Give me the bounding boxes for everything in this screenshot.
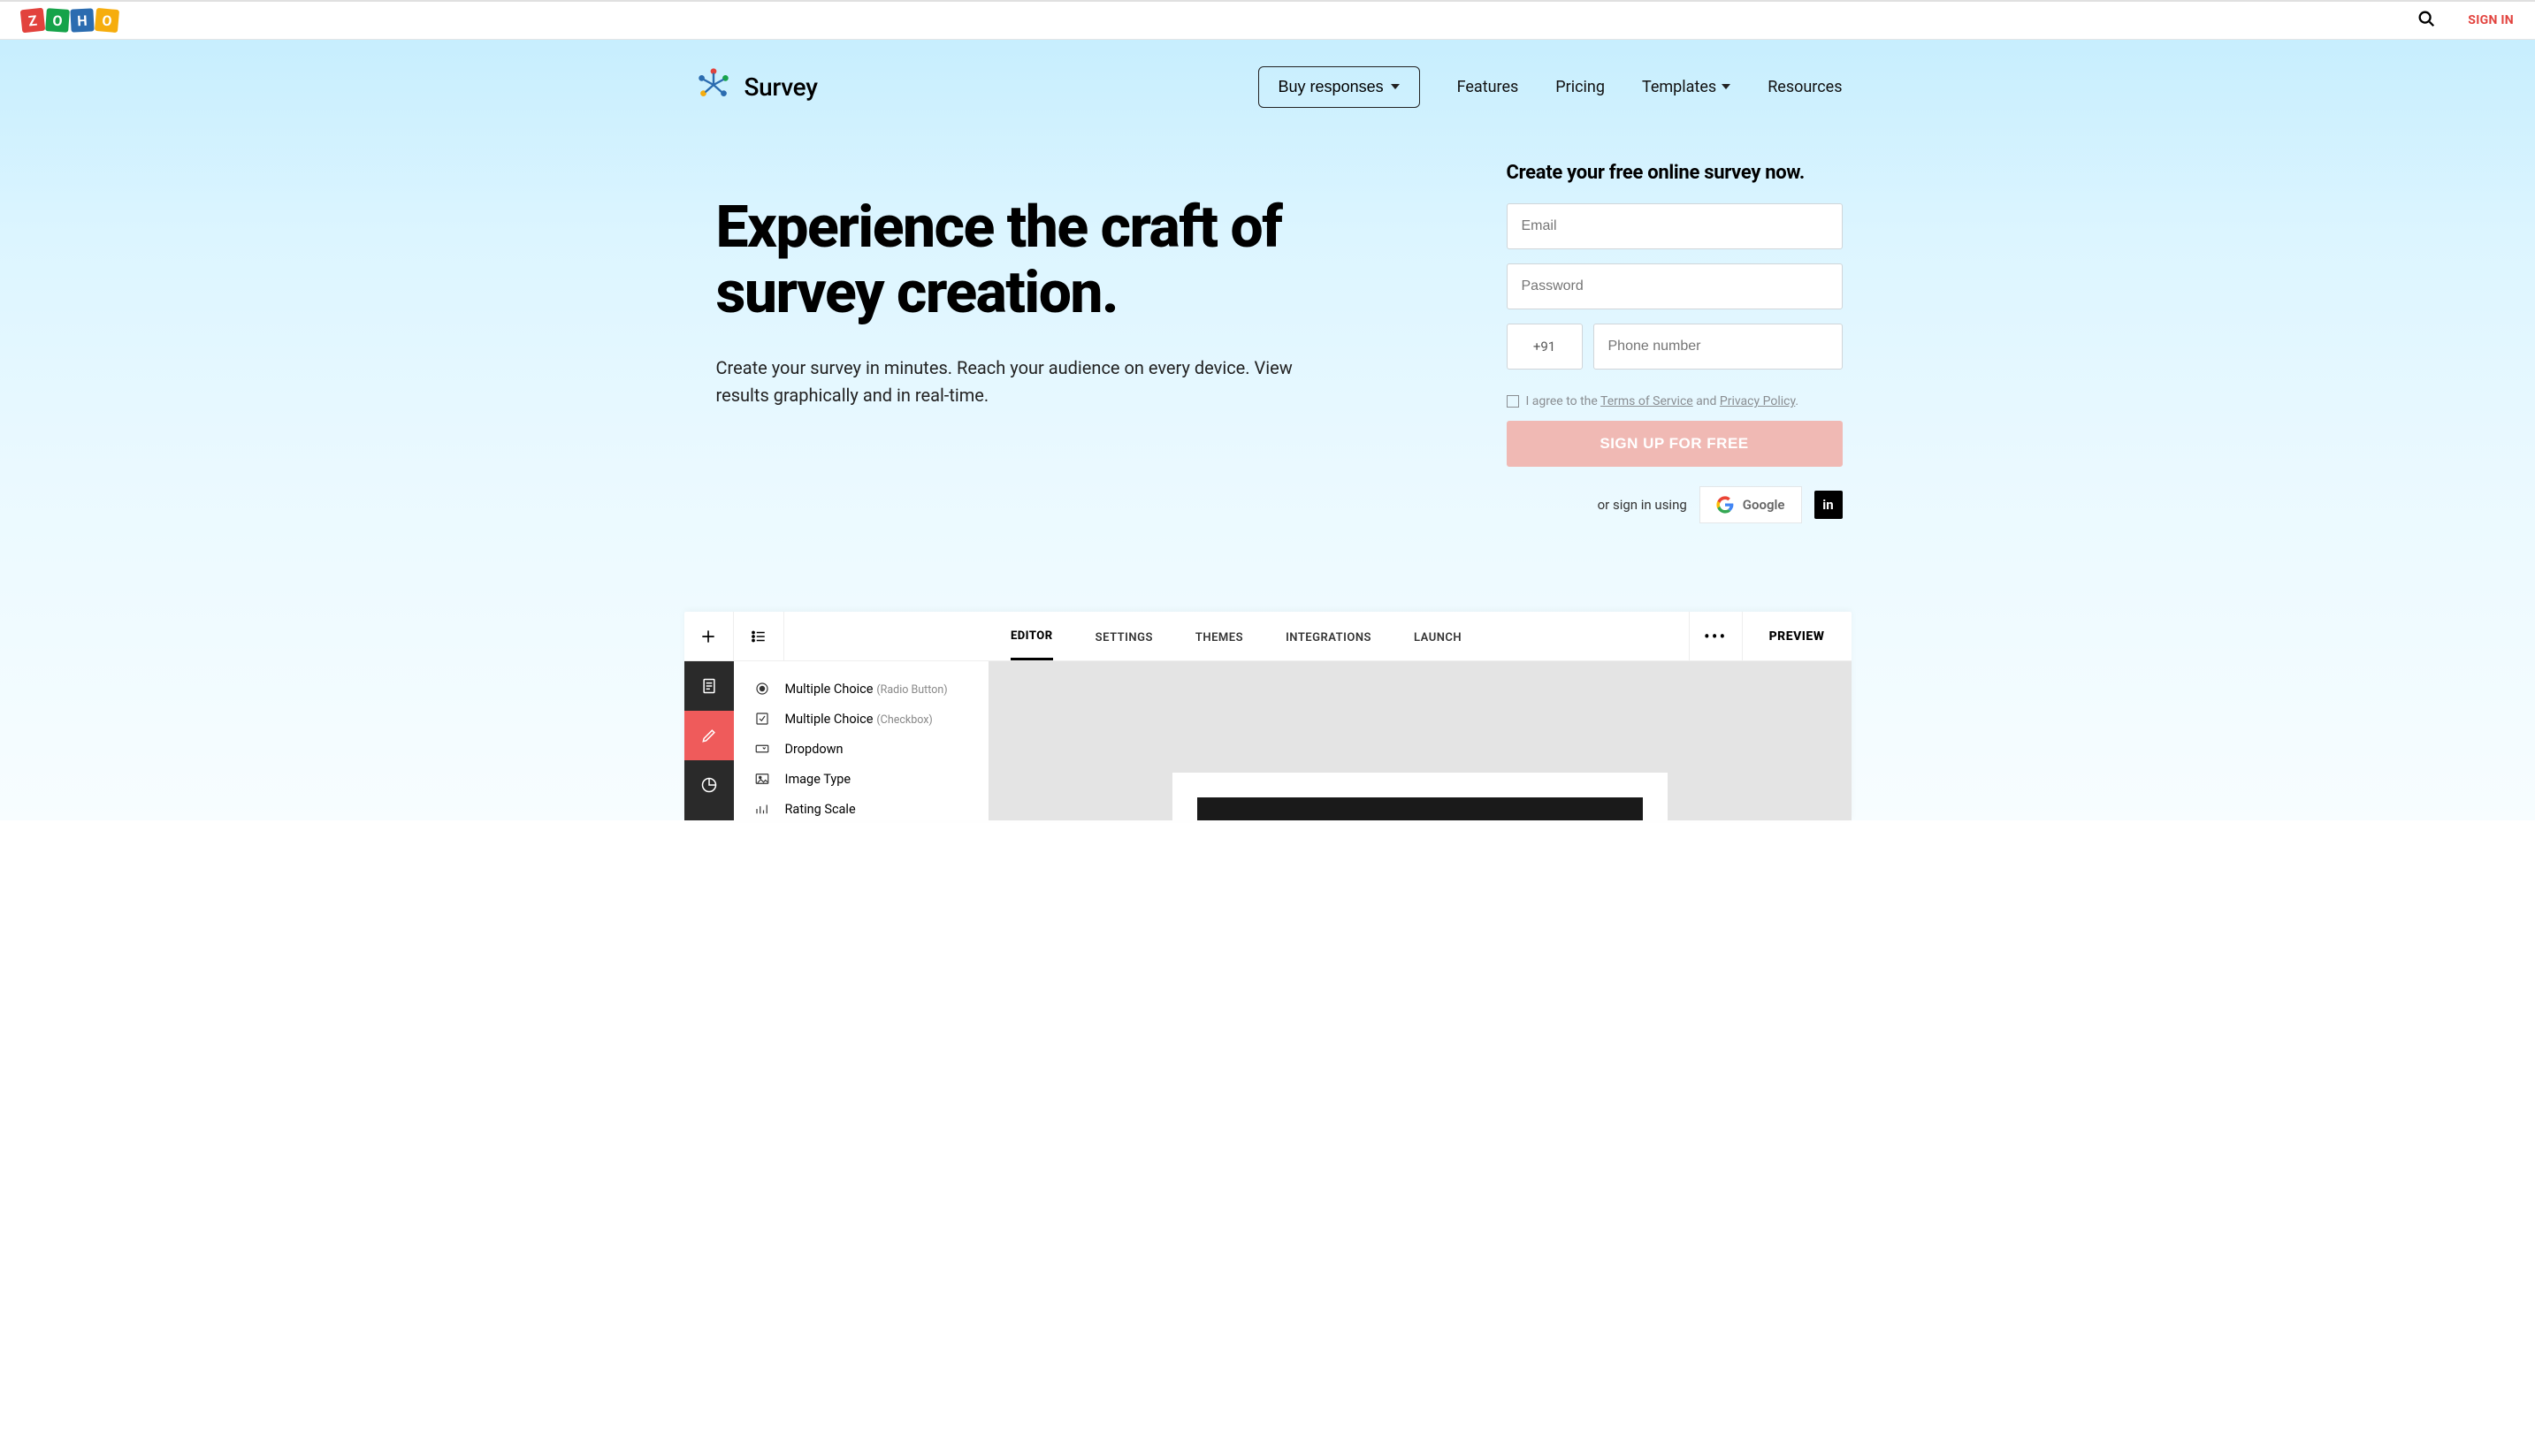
nav-resources[interactable]: Resources: [1768, 78, 1842, 96]
rail-chart-icon[interactable]: [684, 760, 734, 810]
radio-icon: [753, 681, 771, 697]
form-header-bar: [1197, 797, 1643, 820]
caret-down-icon: [1391, 84, 1400, 89]
linkedin-signin-button[interactable]: in: [1814, 491, 1843, 519]
sign-in-link[interactable]: SIGN IN: [2468, 13, 2514, 27]
form-preview-card: [1172, 773, 1668, 820]
tab-launch[interactable]: LAUNCH: [1414, 614, 1462, 659]
rail-edit-icon[interactable]: [684, 711, 734, 760]
editor-tabs: EDITOR SETTINGS THEMES INTEGRATIONS LAUN…: [784, 612, 1689, 660]
nav-templates[interactable]: Templates: [1642, 78, 1730, 96]
survey-logo[interactable]: Survey: [693, 65, 818, 109]
phone-code-select[interactable]: +91: [1507, 324, 1583, 370]
buy-responses-button[interactable]: Buy responses: [1258, 66, 1420, 108]
alt-signin-text: or sign in using: [1598, 497, 1687, 513]
password-field[interactable]: [1507, 263, 1843, 309]
image-icon: [753, 771, 771, 787]
google-icon: [1716, 496, 1734, 514]
privacy-link[interactable]: Privacy Policy: [1720, 394, 1795, 408]
survey-logo-icon: [693, 65, 734, 109]
agree-checkbox[interactable]: [1507, 395, 1519, 408]
phone-field[interactable]: [1593, 324, 1843, 370]
tab-settings[interactable]: SETTINGS: [1096, 614, 1153, 659]
google-signin-button[interactable]: Google: [1699, 486, 1802, 523]
list-button[interactable]: [734, 612, 783, 660]
zoho-logo[interactable]: ZOHO: [21, 9, 118, 32]
terms-link[interactable]: Terms of Service: [1600, 394, 1693, 408]
caret-down-icon: [1722, 84, 1730, 89]
tab-integrations[interactable]: INTEGRATIONS: [1286, 614, 1371, 659]
signup-title: Create your free online survey now.: [1507, 162, 1843, 184]
rating-icon: [753, 801, 771, 817]
checkbox-icon: [753, 711, 771, 727]
editor-canvas: [989, 661, 1852, 820]
question-type-rating[interactable]: Rating Scale: [734, 794, 989, 820]
question-type-image[interactable]: Image Type: [734, 764, 989, 794]
hero-subtitle: Create your survey in minutes. Reach you…: [716, 354, 1317, 409]
signup-button[interactable]: SIGN UP FOR FREE: [1507, 421, 1843, 467]
preview-button[interactable]: PREVIEW: [1743, 612, 1852, 660]
question-type-dropdown[interactable]: Dropdown: [734, 734, 989, 764]
question-type-checkbox[interactable]: Multiple Choice(Checkbox): [734, 704, 989, 734]
email-field[interactable]: [1507, 203, 1843, 249]
question-type-radio[interactable]: Multiple Choice(Radio Button): [734, 674, 989, 704]
tab-themes[interactable]: THEMES: [1195, 614, 1243, 659]
more-button[interactable]: •••: [1690, 612, 1743, 660]
search-icon[interactable]: [2417, 9, 2436, 32]
product-name: Survey: [744, 72, 818, 102]
tab-editor[interactable]: EDITOR: [1011, 612, 1053, 660]
dropdown-icon: [753, 741, 771, 757]
nav-features[interactable]: Features: [1457, 78, 1519, 96]
add-button[interactable]: [684, 612, 734, 660]
rail-page-icon[interactable]: [684, 661, 734, 711]
nav-pricing[interactable]: Pricing: [1555, 78, 1605, 96]
hero-title: Experience the craft of survey creation.: [716, 195, 1454, 326]
agree-text: I agree to the Terms of Service and Priv…: [1526, 394, 1799, 408]
